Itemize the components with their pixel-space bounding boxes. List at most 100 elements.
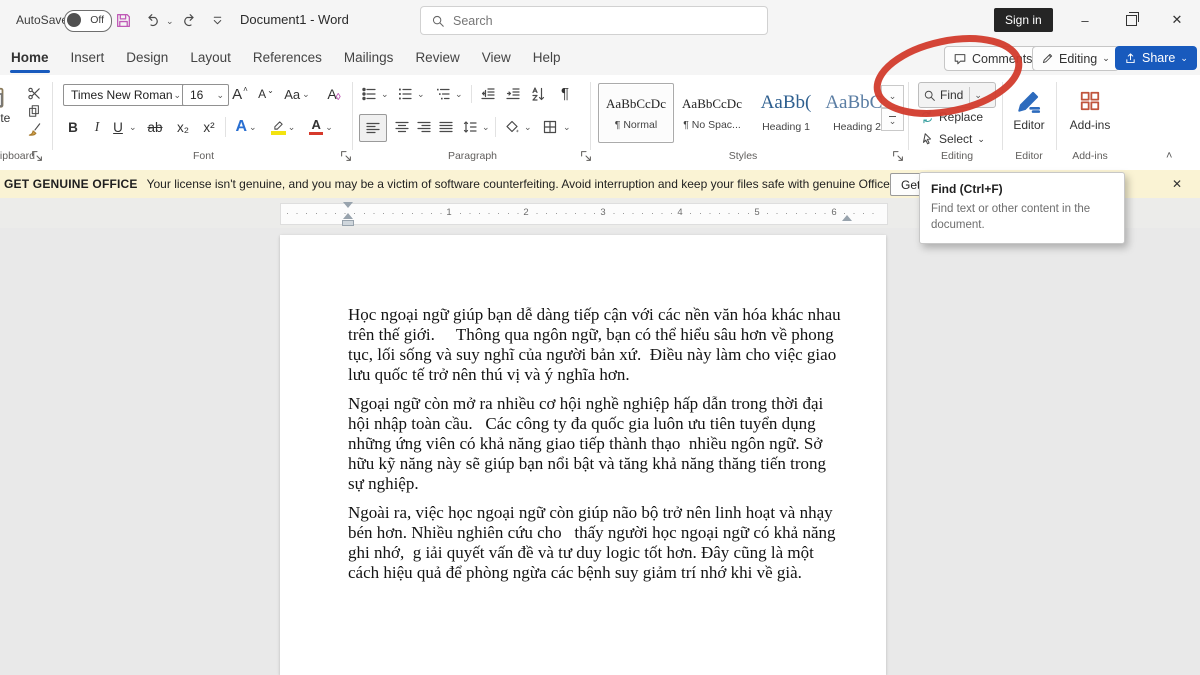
style-name: Heading 1 — [751, 121, 821, 133]
select-button[interactable]: Select ⌄ — [920, 132, 985, 146]
paste-button[interactable]: Paste ⌄ — [0, 82, 18, 138]
editor-pencil-icon — [1016, 88, 1042, 114]
style-no-spacing[interactable]: AaBbCcDc ¶ No Spac... — [676, 83, 748, 143]
paragraph-dialog-launcher[interactable] — [579, 149, 593, 163]
style-heading-1[interactable]: AaBb( Heading 1 — [750, 83, 822, 143]
search-input[interactable]: Search — [420, 6, 768, 35]
addins-button[interactable]: Add-ins — [1065, 81, 1115, 139]
replace-icon — [920, 110, 934, 124]
tab-review[interactable]: Review — [404, 40, 470, 75]
copy-button[interactable] — [22, 102, 46, 120]
grow-font-button[interactable]: A ˄ — [228, 83, 252, 105]
bold-button[interactable]: B — [63, 115, 83, 139]
numbering-chevron-icon[interactable]: ⌄ — [417, 90, 425, 99]
cursor-arrow-icon — [920, 132, 934, 146]
save-button[interactable] — [110, 7, 136, 33]
underline-chevron-icon[interactable]: ⌄ — [129, 123, 137, 132]
share-button[interactable]: Share ⌄ — [1115, 46, 1197, 70]
shading-button[interactable] — [501, 115, 523, 139]
tab-references[interactable]: References — [242, 40, 333, 75]
multilevel-chevron-icon[interactable]: ⌄ — [455, 90, 463, 99]
left-indent-marker[interactable] — [342, 220, 354, 226]
tab-help[interactable]: Help — [522, 40, 572, 75]
paragraph-3[interactable]: Ngoài ra, việc học ngoại ngữ còn giúp nã… — [348, 503, 888, 583]
decrease-indent-button[interactable] — [477, 84, 499, 104]
chevron-down-icon: ⌄ — [325, 123, 333, 132]
minimize-button[interactable]: – — [1062, 0, 1108, 40]
bullets-chevron-icon[interactable]: ⌄ — [381, 90, 389, 99]
styles-gallery-more-button[interactable]: ⌄ — [881, 108, 904, 131]
shrink-font-button[interactable]: A ⌄ — [254, 83, 278, 105]
line-spacing-chevron-icon[interactable]: ⌄ — [482, 123, 490, 132]
subscript-button[interactable]: x₂ — [171, 115, 195, 139]
font-dialog-launcher[interactable] — [339, 149, 353, 163]
show-hide-marks-button[interactable]: ¶ — [555, 82, 575, 104]
text-effects-button[interactable]: A ⌄ — [231, 115, 261, 139]
justify-button[interactable] — [435, 115, 457, 139]
numbering-button[interactable] — [395, 84, 415, 104]
comments-button[interactable]: Comments — [944, 46, 1041, 71]
line-spacing-button[interactable] — [459, 115, 481, 139]
text-highlight-button[interactable]: ⌄ — [267, 115, 299, 139]
undo-button[interactable] — [140, 7, 166, 33]
increase-indent-button[interactable] — [502, 84, 524, 104]
multilevel-list-button[interactable] — [433, 84, 453, 104]
document-text[interactable]: Học ngoại ngữ giúp bạn dễ dàng tiếp cận … — [348, 305, 888, 592]
align-right-icon — [416, 119, 432, 135]
borders-chevron-icon[interactable]: ⌄ — [563, 123, 571, 132]
tab-design[interactable]: Design — [115, 40, 179, 75]
bullets-button[interactable] — [359, 84, 379, 104]
tab-view[interactable]: View — [471, 40, 522, 75]
replace-button[interactable]: Replace — [920, 110, 983, 124]
change-case-button[interactable]: Aa ⌄ — [281, 83, 313, 105]
collapse-ribbon-button[interactable]: ˄ — [1166, 150, 1172, 162]
style-normal[interactable]: AaBbCcDc ¶ Normal — [598, 83, 674, 143]
align-center-button[interactable] — [391, 115, 413, 139]
strikethrough-button[interactable]: ab — [143, 115, 167, 139]
undo-dropdown-chevron-icon[interactable]: ⌄ — [166, 17, 174, 26]
redo-button[interactable] — [176, 7, 202, 33]
paragraph-2[interactable]: Ngoại ngữ còn mở ra nhiều cơ hội nghề ng… — [348, 394, 888, 494]
editing-mode-button[interactable]: Editing ⌄ — [1032, 46, 1119, 71]
styles-row-up-button[interactable]: ⌄ — [881, 85, 904, 108]
cut-button[interactable] — [22, 84, 46, 102]
customize-quick-access-toolbar-button[interactable] — [204, 7, 230, 33]
sort-button[interactable] — [527, 84, 549, 104]
underline-button[interactable]: U — [109, 115, 127, 139]
paragraph-1[interactable]: Học ngoại ngữ giúp bạn dễ dàng tiếp cận … — [348, 305, 888, 385]
tab-home[interactable]: Home — [0, 40, 60, 75]
ribbon: Paste ⌄ Clipboard Times New Roman ⌄ 16 ⌄… — [0, 75, 1200, 171]
hanging-indent-marker[interactable] — [343, 213, 353, 219]
clipboard-dialog-launcher[interactable] — [30, 149, 44, 163]
banner-close-button[interactable]: ✕ — [1166, 174, 1188, 194]
find-button[interactable]: Find ⌄ — [918, 82, 996, 108]
right-indent-marker[interactable] — [842, 215, 852, 221]
align-left-button[interactable] — [359, 114, 387, 142]
italic-button[interactable]: I — [87, 115, 107, 139]
tab-layout[interactable]: Layout — [179, 40, 242, 75]
borders-button[interactable] — [539, 115, 561, 139]
banner-title: GET GENUINE OFFICE — [4, 177, 138, 191]
shading-chevron-icon[interactable]: ⌄ — [524, 123, 532, 132]
format-painter-button[interactable] — [22, 120, 46, 138]
first-line-indent-marker[interactable] — [343, 202, 353, 208]
editor-group-label: Editor — [1005, 150, 1053, 162]
font-name-select[interactable]: Times New Roman ⌄ — [63, 84, 186, 106]
sign-in-button[interactable]: Sign in — [994, 8, 1053, 32]
tab-insert[interactable]: Insert — [60, 40, 116, 75]
align-right-button[interactable] — [413, 115, 435, 139]
clear-formatting-button[interactable]: A ◊ — [321, 83, 347, 105]
sort-az-icon — [530, 86, 546, 102]
tab-mailings[interactable]: Mailings — [333, 40, 405, 75]
close-button[interactable]: ✕ — [1154, 0, 1200, 40]
superscript-button[interactable]: x² — [197, 115, 221, 139]
font-group-label: Font — [55, 150, 352, 162]
restore-button[interactable] — [1108, 0, 1154, 40]
font-size-select[interactable]: 16 ⌄ — [182, 84, 229, 106]
autosave-toggle[interactable]: Off — [64, 10, 112, 32]
editor-button[interactable]: Editor — [1009, 81, 1049, 139]
chevron-down-icon: ⌄ — [889, 119, 897, 123]
chevron-down-icon: ⌄ — [173, 91, 181, 100]
font-color-button[interactable]: A ⌄ — [305, 115, 337, 139]
styles-dialog-launcher[interactable] — [891, 149, 905, 163]
